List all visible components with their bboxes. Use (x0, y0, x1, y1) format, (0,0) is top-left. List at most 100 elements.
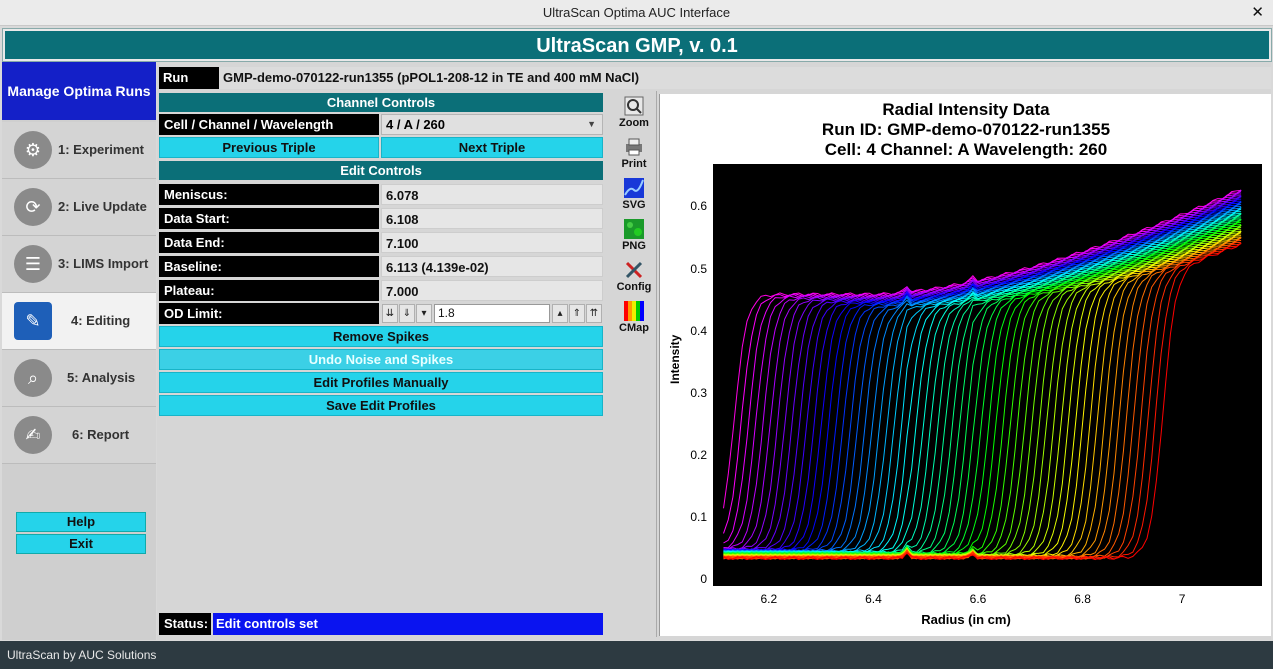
baseline-label: Baseline: (159, 256, 379, 277)
x-tick-label: 6.6 (969, 592, 987, 606)
x-tick-label: 6.8 (1074, 592, 1091, 606)
meniscus-label: Meniscus: (159, 184, 379, 205)
sidebar-item-label: 1: Experiment (58, 142, 144, 157)
triple-select[interactable]: 4 / A / 260 ▼ (381, 114, 603, 135)
colormap-button[interactable]: CMap (613, 301, 655, 341)
zoom-button[interactable]: Zoom (613, 96, 655, 136)
sidebar-item-lims-import[interactable]: ☰ 3: LIMS Import (2, 236, 156, 293)
y-tick-label: 0 (700, 571, 707, 586)
scan-line (723, 223, 1242, 557)
triple-select-value: 4 / A / 260 (386, 117, 446, 132)
window-titlebar: UltraScan Optima AUC Interface ✕ (0, 0, 1273, 26)
svg-icon (624, 178, 644, 198)
x-axis-label: Radius (in cm) (921, 612, 1011, 627)
data-end-value: 7.100 (381, 232, 603, 253)
help-button[interactable]: Help (16, 512, 146, 532)
plot-canvas[interactable] (713, 164, 1262, 586)
run-info-value: GMP-demo-070122-run1355 (pPOL1-208-12 in… (223, 70, 640, 85)
sidebar-item-editing[interactable]: ✎ 4: Editing (2, 293, 156, 350)
sidebar-item-label: 6: Report (72, 427, 130, 442)
data-start-value: 6.108 (381, 208, 603, 229)
triple-label: Cell / Channel / Wavelength (159, 114, 379, 135)
config-button[interactable]: Config (613, 260, 655, 300)
x-tick-label: 7 (1178, 592, 1186, 606)
previous-triple-button[interactable]: Previous Triple (159, 137, 379, 158)
sidebar-item-label: 5: Analysis (67, 370, 136, 385)
analysis-icon: ⌕ (14, 359, 52, 397)
od-step-up-fast-icon[interactable]: ⇈ (586, 304, 602, 323)
od-decrement-icon[interactable]: ▾ (416, 304, 432, 323)
run-info-label: Run Info: (159, 67, 219, 107)
zoom-label: Zoom (619, 117, 649, 129)
x-tick-label: 6.4 (865, 592, 882, 606)
svg-label: SVG (622, 199, 646, 211)
print-icon (626, 138, 642, 156)
editing-panel: Run Info: GMP-demo-070122-run1355 (pPOL1… (157, 62, 1271, 640)
sidebar-item-live-update[interactable]: ⟳ 2: Live Update (2, 179, 156, 236)
edit-icon: ✎ (14, 302, 52, 340)
scan-line (723, 212, 1242, 556)
od-step-down-icon[interactable]: ⇓ (399, 304, 415, 323)
remove-spikes-button[interactable]: Remove Spikes (159, 326, 603, 347)
scan-line (723, 243, 1242, 560)
scan-line (723, 207, 1242, 555)
scan-line (723, 224, 1242, 558)
plot-toolbar: Zoom Print SVG PNG Config CMap (605, 91, 657, 637)
y-tick-label: 0.4 (690, 323, 707, 338)
undo-noise-spikes-button[interactable]: Undo Noise and Spikes (159, 349, 603, 370)
sidebar-item-analysis[interactable]: ⌕ 5: Analysis (2, 350, 156, 407)
refresh-icon: ⟳ (14, 188, 52, 226)
png-label: PNG (622, 240, 646, 252)
od-step-down-fast-icon[interactable]: ⇊ (382, 304, 398, 323)
scan-line (723, 221, 1242, 557)
print-button[interactable]: Print (613, 137, 655, 177)
chart-subtitle-run: Run ID: GMP-demo-070122-run1355 (821, 120, 1111, 139)
scan-line (723, 208, 1242, 555)
scan-line (723, 212, 1242, 556)
scan-line (723, 189, 1242, 544)
y-axis-label: Intensity (668, 334, 682, 384)
run-info-row: Run Info: GMP-demo-070122-run1355 (pPOL1… (159, 67, 1271, 107)
manage-runs-header: Manage Optima Runs (2, 62, 156, 120)
next-triple-button[interactable]: Next Triple (381, 137, 603, 158)
app-banner: UltraScan GMP, v. 0.1 (2, 28, 1272, 62)
x-tick-label: 6.2 (760, 592, 778, 606)
sidebar-item-report[interactable]: ✍ 6: Report (2, 407, 156, 464)
radial-intensity-plot: Radial Intensity Data Run ID: GMP-demo-0… (659, 94, 1271, 636)
od-increment-icon[interactable]: ▴ (552, 304, 568, 323)
config-icon (625, 261, 643, 279)
config-label: Config (616, 281, 652, 293)
scan-line (723, 195, 1242, 552)
exit-button[interactable]: Exit (16, 534, 146, 554)
sidebar: Manage Optima Runs ⚙ 1: Experiment ⟳ 2: … (2, 62, 156, 640)
status-value: Edit controls set (213, 613, 603, 635)
edit-profiles-button[interactable]: Edit Profiles Manually (159, 372, 603, 393)
png-icon (624, 219, 644, 239)
y-tick-label: 0.6 (690, 199, 707, 214)
sidebar-item-label: 2: Live Update (58, 199, 147, 214)
chevron-down-icon: ▼ (587, 119, 596, 129)
window-title: UltraScan Optima AUC Interface (542, 5, 731, 20)
report-icon: ✍ (14, 416, 52, 454)
print-label: Print (621, 158, 647, 170)
baseline-value: 6.113 (4.139e-02) (381, 256, 603, 277)
sidebar-item-experiment[interactable]: ⚙ 1: Experiment (2, 122, 156, 179)
edit-controls-header: Edit Controls (159, 161, 603, 180)
od-step-up-icon[interactable]: ⇑ (569, 304, 585, 323)
plateau-value: 7.000 (381, 280, 603, 301)
od-limit-input[interactable]: 1.8 (434, 304, 550, 323)
scan-line (723, 228, 1242, 558)
app-title: UltraScan GMP, v. 0.1 (536, 35, 738, 57)
save-edit-profiles-button[interactable]: Save Edit Profiles (159, 395, 603, 416)
scan-line (723, 213, 1242, 555)
close-icon[interactable]: ✕ (1251, 3, 1264, 21)
scan-line (723, 201, 1242, 553)
zoom-icon (624, 96, 644, 116)
scan-line (723, 225, 1242, 558)
png-button[interactable]: PNG (613, 219, 655, 259)
colormap-icon (624, 301, 644, 321)
scan-line (723, 201, 1242, 554)
y-tick-label: 0.1 (690, 509, 707, 524)
chart-subtitle-cell: Cell: 4 Channel: A Wavelength: 260 (824, 140, 1108, 159)
svg-button[interactable]: SVG (613, 178, 655, 218)
